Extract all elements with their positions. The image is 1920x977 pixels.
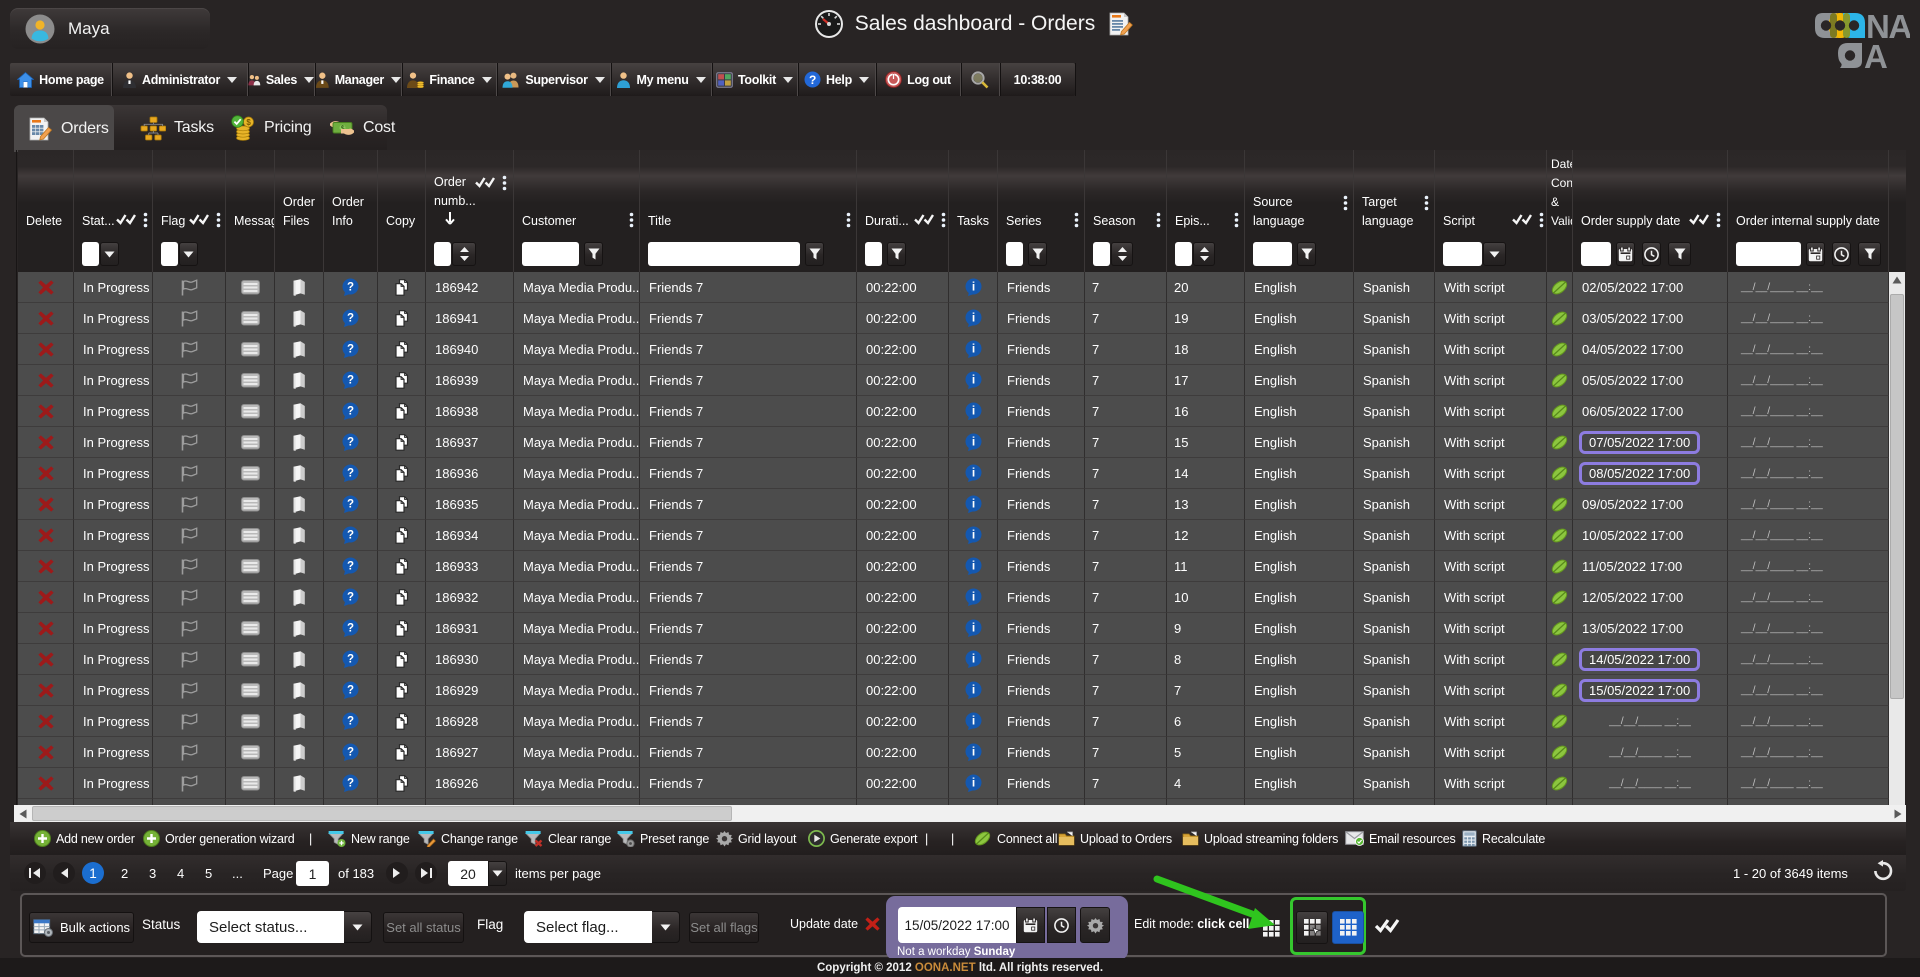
svg-text:?: ? xyxy=(347,777,354,789)
svg-text:?: ? xyxy=(347,560,354,572)
svg-text:i: i xyxy=(971,651,974,665)
svg-text:?: ? xyxy=(347,622,354,634)
svg-text:?: ? xyxy=(347,343,354,355)
svg-text:?: ? xyxy=(347,684,354,696)
svg-text:?: ? xyxy=(347,405,354,417)
svg-text:?: ? xyxy=(347,591,354,603)
svg-text:?: ? xyxy=(347,746,354,758)
svg-text:i: i xyxy=(971,372,974,386)
svg-text:i: i xyxy=(971,310,974,324)
svg-text:?: ? xyxy=(347,374,354,386)
svg-text:?: ? xyxy=(347,715,354,727)
svg-text:i: i xyxy=(971,589,974,603)
svg-text:i: i xyxy=(971,279,974,293)
svg-text:i: i xyxy=(971,465,974,479)
svg-text:i: i xyxy=(971,341,974,355)
svg-text:i: i xyxy=(971,527,974,541)
svg-text:i: i xyxy=(971,558,974,572)
svg-text:?: ? xyxy=(809,73,816,87)
svg-text:i: i xyxy=(971,496,974,510)
svg-text:A: A xyxy=(1864,38,1888,71)
svg-text:?: ? xyxy=(347,653,354,665)
svg-text:?: ? xyxy=(347,467,354,479)
svg-text:i: i xyxy=(971,744,974,758)
svg-text:?: ? xyxy=(347,529,354,541)
svg-text:i: i xyxy=(971,775,974,789)
svg-text:i: i xyxy=(971,434,974,448)
svg-text:?: ? xyxy=(347,312,354,324)
svg-text:i: i xyxy=(971,620,974,634)
svg-text:?: ? xyxy=(347,281,354,293)
svg-text:?: ? xyxy=(347,498,354,510)
svg-text:?: ? xyxy=(347,436,354,448)
svg-text:i: i xyxy=(971,682,974,696)
svg-text:i: i xyxy=(971,713,974,727)
svg-text:i: i xyxy=(971,403,974,417)
